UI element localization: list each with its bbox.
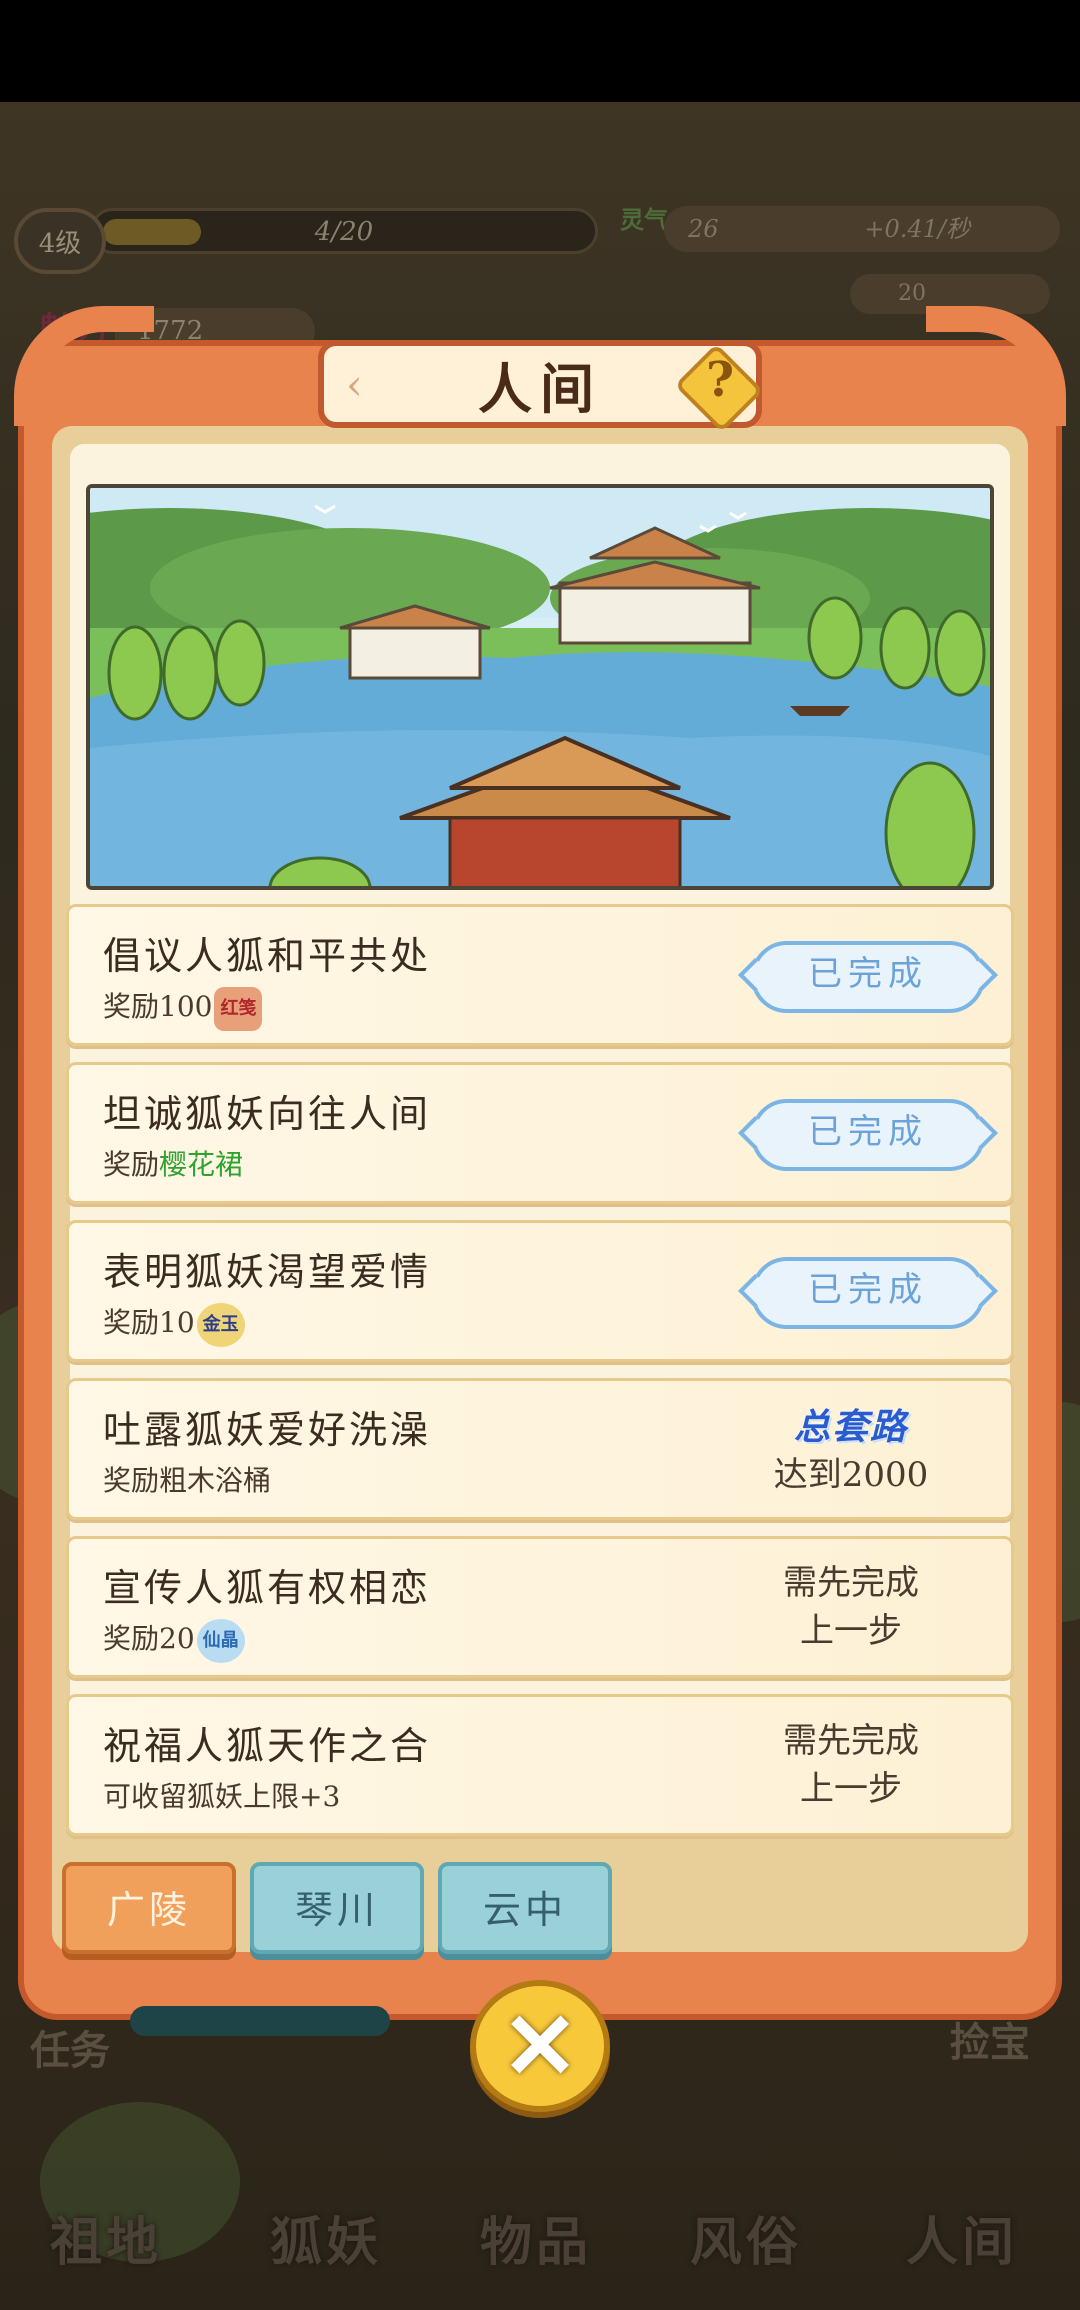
- treasure-button[interactable]: 捡宝: [950, 2010, 1030, 2068]
- nav-items[interactable]: 物品: [480, 2200, 592, 2275]
- close-button[interactable]: ✕: [470, 1980, 610, 2112]
- completed-text: 已完成: [808, 1112, 928, 1152]
- task-title: 表明狐妖渴望爱情: [103, 1250, 432, 1294]
- spirit-bar: 26 +0.41/秒: [664, 206, 1060, 252]
- task-button[interactable]: 任务: [30, 2018, 110, 2076]
- spirit-icon: 灵气: [620, 205, 668, 234]
- reward-text: 奖励100: [103, 990, 213, 1023]
- task-row[interactable]: 表明狐妖渴望爱情 奖励10 金玉 已完成: [66, 1220, 1014, 1362]
- completed-text: 已完成: [808, 954, 928, 994]
- task-title: 坦诚狐妖向往人间: [103, 1092, 432, 1136]
- lake-pavilion-scene: [90, 488, 990, 886]
- chevron-left-icon: ‹: [346, 360, 363, 409]
- exp-text: 4/20: [314, 217, 374, 247]
- nav-fox-spirit[interactable]: 狐妖: [270, 2200, 382, 2275]
- requirement-text: 达到2000: [773, 1455, 929, 1495]
- nav-ancestral-land[interactable]: 祖地: [50, 2200, 162, 2275]
- question-mark-icon[interactable]: ?: [692, 352, 748, 408]
- reward-text: 可收留狐妖上限+3: [103, 1780, 341, 1813]
- task-locked-status: 需先完成 上一步: [741, 1559, 961, 1655]
- completed-badge: 已完成: [738, 1257, 998, 1329]
- task-title: 祝福人狐天作之合: [103, 1724, 432, 1768]
- gold-jade-icon: 金玉: [196, 1302, 245, 1347]
- task-title: 倡议人狐和平共处: [103, 934, 432, 978]
- close-x-icon[interactable]: ✕: [476, 1992, 604, 2100]
- red-paper-icon: 红笺: [214, 986, 263, 1031]
- total-road-label: 总套路: [793, 1406, 908, 1448]
- task-requirement: 总套路 达到2000: [741, 1403, 961, 1499]
- task-reward: 奖励10 金玉: [103, 1301, 245, 1347]
- status-bar: [0, 0, 1080, 102]
- nav-customs[interactable]: 风俗: [690, 2200, 802, 2275]
- reward-item: 樱花裙: [159, 1148, 244, 1181]
- task-reward: 奖励樱花裙: [103, 1143, 243, 1183]
- tab-qinchuan[interactable]: 琴川: [250, 1862, 424, 1954]
- locked-line-1: 需先完成: [783, 1721, 919, 1761]
- locked-line-2: 上一步: [800, 1611, 902, 1651]
- region-illustration: [86, 484, 994, 890]
- level-badge[interactable]: 4级: [14, 208, 106, 274]
- task-reward: 可收留狐妖上限+3: [103, 1775, 340, 1815]
- task-row[interactable]: 吐露狐妖爱好洗澡 奖励粗木浴桶 总套路 达到2000: [66, 1378, 1014, 1520]
- spirit-value: 26: [688, 215, 719, 243]
- crystal-icon: 仙晶: [196, 1618, 245, 1663]
- task-row[interactable]: 倡议人狐和平共处 奖励100 红笺 已完成: [66, 904, 1014, 1046]
- completed-badge: 已完成: [738, 941, 998, 1013]
- task-reward: 奖励粗木浴桶: [103, 1459, 271, 1499]
- task-progress-bar: [130, 2006, 390, 2036]
- nav-human-world[interactable]: 人间: [906, 2200, 1018, 2275]
- exp-bar: 4/20: [90, 208, 598, 254]
- task-reward: 奖励20 仙晶: [103, 1617, 245, 1663]
- reward-text: 奖励20: [103, 1622, 195, 1655]
- reward-text: 奖励10: [103, 1306, 195, 1339]
- tab-yunzhong[interactable]: 云中: [438, 1862, 612, 1954]
- task-locked-status: 需先完成 上一步: [741, 1717, 961, 1813]
- tab-guangling[interactable]: 广陵: [62, 1862, 236, 1954]
- spirit-rate: +0.41/秒: [864, 215, 970, 243]
- locked-line-1: 需先完成: [783, 1563, 919, 1603]
- completed-badge: 已完成: [738, 1099, 998, 1171]
- completed-text: 已完成: [808, 1270, 928, 1310]
- reward-text: 奖励: [103, 1148, 160, 1181]
- task-title: 吐露狐妖爱好洗澡: [103, 1408, 432, 1452]
- task-title: 宣传人狐有权相恋: [103, 1566, 432, 1610]
- task-row[interactable]: 坦诚狐妖向往人间 奖励樱花裙 已完成: [66, 1062, 1014, 1204]
- locked-line-2: 上一步: [800, 1769, 902, 1809]
- dialog-title: 人间: [478, 356, 602, 421]
- reward-text: 奖励粗木浴桶: [103, 1464, 272, 1497]
- task-reward: 奖励100 红笺: [103, 985, 263, 1031]
- task-row[interactable]: 宣传人狐有权相恋 奖励20 仙晶 需先完成 上一步: [66, 1536, 1014, 1678]
- task-row[interactable]: 祝福人狐天作之合 可收留狐妖上限+3 需先完成 上一步: [66, 1694, 1014, 1836]
